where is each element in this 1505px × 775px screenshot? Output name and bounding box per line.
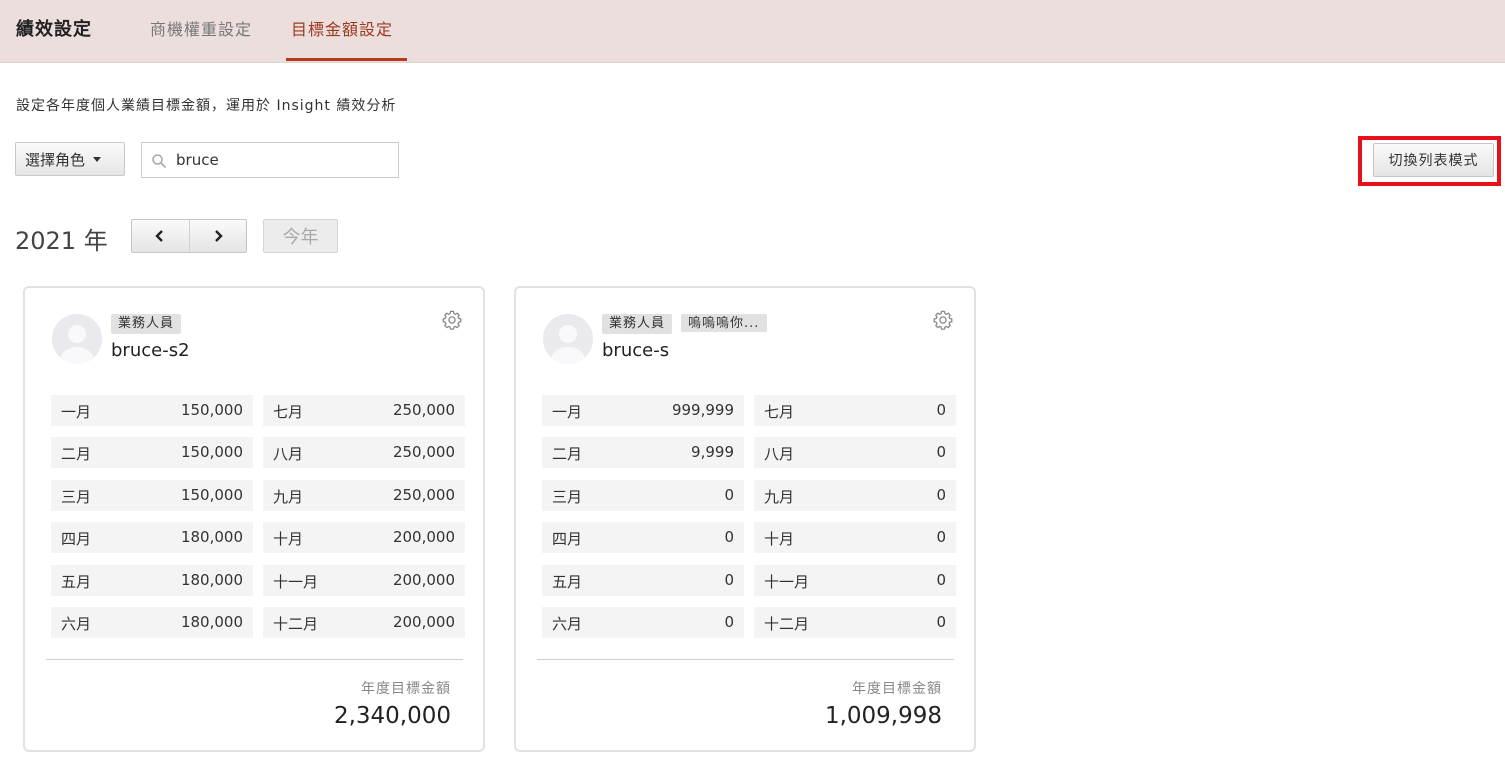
month-cell-nov[interactable]: 十一月 200,000 bbox=[263, 565, 465, 596]
month-cell-aug[interactable]: 八月 250,000 bbox=[263, 437, 465, 468]
search-icon bbox=[152, 154, 166, 168]
month-cell-nov[interactable]: 十一月 0 bbox=[754, 565, 956, 596]
month-cell-aug[interactable]: 八月 0 bbox=[754, 437, 956, 468]
month-cell-apr[interactable]: 四月 180,000 bbox=[51, 522, 253, 553]
month-cell-jul[interactable]: 七月 250,000 bbox=[263, 395, 465, 426]
next-year-button[interactable] bbox=[188, 220, 247, 252]
month-cell-jan[interactable]: 一月 150,000 bbox=[51, 395, 253, 426]
search-input[interactable] bbox=[176, 149, 386, 171]
month-cell-sep[interactable]: 九月 250,000 bbox=[263, 480, 465, 511]
month-cell-mar[interactable]: 三月 150,000 bbox=[51, 480, 253, 511]
month-cell-feb[interactable]: 二月 9,999 bbox=[542, 437, 744, 468]
avatar bbox=[52, 314, 102, 364]
year-nav-group bbox=[131, 219, 247, 253]
avatar bbox=[543, 314, 593, 364]
month-cell-dec[interactable]: 十二月 0 bbox=[754, 607, 956, 638]
month-cell-oct[interactable]: 十月 200,000 bbox=[263, 522, 465, 553]
role-tag: 業務人員 bbox=[602, 314, 673, 334]
gear-icon[interactable] bbox=[932, 309, 954, 331]
caret-down-icon bbox=[93, 156, 102, 162]
role-select-dropdown[interactable]: 選擇角色 bbox=[15, 142, 125, 176]
month-cell-oct[interactable]: 十月 0 bbox=[754, 522, 956, 553]
month-cell-jan[interactable]: 一月 999,999 bbox=[542, 395, 744, 426]
divider bbox=[46, 659, 463, 660]
month-cell-apr[interactable]: 四月 0 bbox=[542, 522, 744, 553]
annual-target-label: 年度目標金額 bbox=[852, 681, 942, 697]
month-cell-jul[interactable]: 七月 0 bbox=[754, 395, 956, 426]
divider bbox=[537, 659, 954, 660]
month-cell-feb[interactable]: 二月 150,000 bbox=[51, 437, 253, 468]
month-cell-sep[interactable]: 九月 0 bbox=[754, 480, 956, 511]
this-year-button[interactable]: 今年 bbox=[263, 219, 338, 253]
role-tags: 業務人員 嗚嗚嗚你... bbox=[602, 314, 768, 334]
user-target-card: 業務人員 bruce-s2 一月 150,000 二月 150,000 三月 150,… bbox=[23, 286, 485, 752]
role-select-label: 選擇角色 bbox=[25, 150, 86, 169]
month-cell-dec[interactable]: 十二月 200,000 bbox=[263, 607, 465, 638]
prev-year-button[interactable] bbox=[132, 220, 189, 252]
user-name: bruce-s2 bbox=[111, 340, 190, 361]
chevron-left-icon bbox=[155, 230, 164, 242]
annual-target-value: 1,009,998 bbox=[824, 703, 942, 729]
active-tab-indicator bbox=[286, 58, 407, 61]
gear-icon[interactable] bbox=[441, 309, 463, 331]
annual-target-label: 年度目標金額 bbox=[361, 681, 451, 697]
page-description: 設定各年度個人業績目標金額，運用於 Insight 績效分析 bbox=[16, 98, 397, 114]
tab-opportunity-weight[interactable]: 商機權重設定 bbox=[150, 16, 252, 40]
month-cell-may[interactable]: 五月 180,000 bbox=[51, 565, 253, 596]
tab-target-amount[interactable]: 目標金額設定 bbox=[291, 16, 393, 40]
switch-list-mode-button[interactable]: 切換列表模式 bbox=[1373, 143, 1494, 177]
page-title: 績效設定 bbox=[16, 19, 92, 40]
annual-target-value: 2,340,000 bbox=[333, 703, 451, 729]
chevron-right-icon bbox=[214, 230, 223, 242]
role-tag: 嗚嗚嗚你... bbox=[681, 314, 768, 332]
month-cell-jun[interactable]: 六月 180,000 bbox=[51, 607, 253, 638]
month-cell-may[interactable]: 五月 0 bbox=[542, 565, 744, 596]
month-cell-jun[interactable]: 六月 0 bbox=[542, 607, 744, 638]
role-tag: 業務人員 bbox=[111, 314, 182, 334]
year-label: 2021 年 bbox=[15, 227, 108, 255]
user-name: bruce-s bbox=[602, 340, 670, 361]
month-cell-mar[interactable]: 三月 0 bbox=[542, 480, 744, 511]
role-tags: 業務人員 bbox=[111, 314, 182, 334]
top-nav-bar: 績效設定 商機權重設定 目標金額設定 bbox=[0, 0, 1505, 63]
user-target-card: 業務人員 嗚嗚嗚你... bruce-s 一月 999,999 二月 9,999 三… bbox=[514, 286, 976, 752]
search-field[interactable] bbox=[141, 142, 399, 178]
